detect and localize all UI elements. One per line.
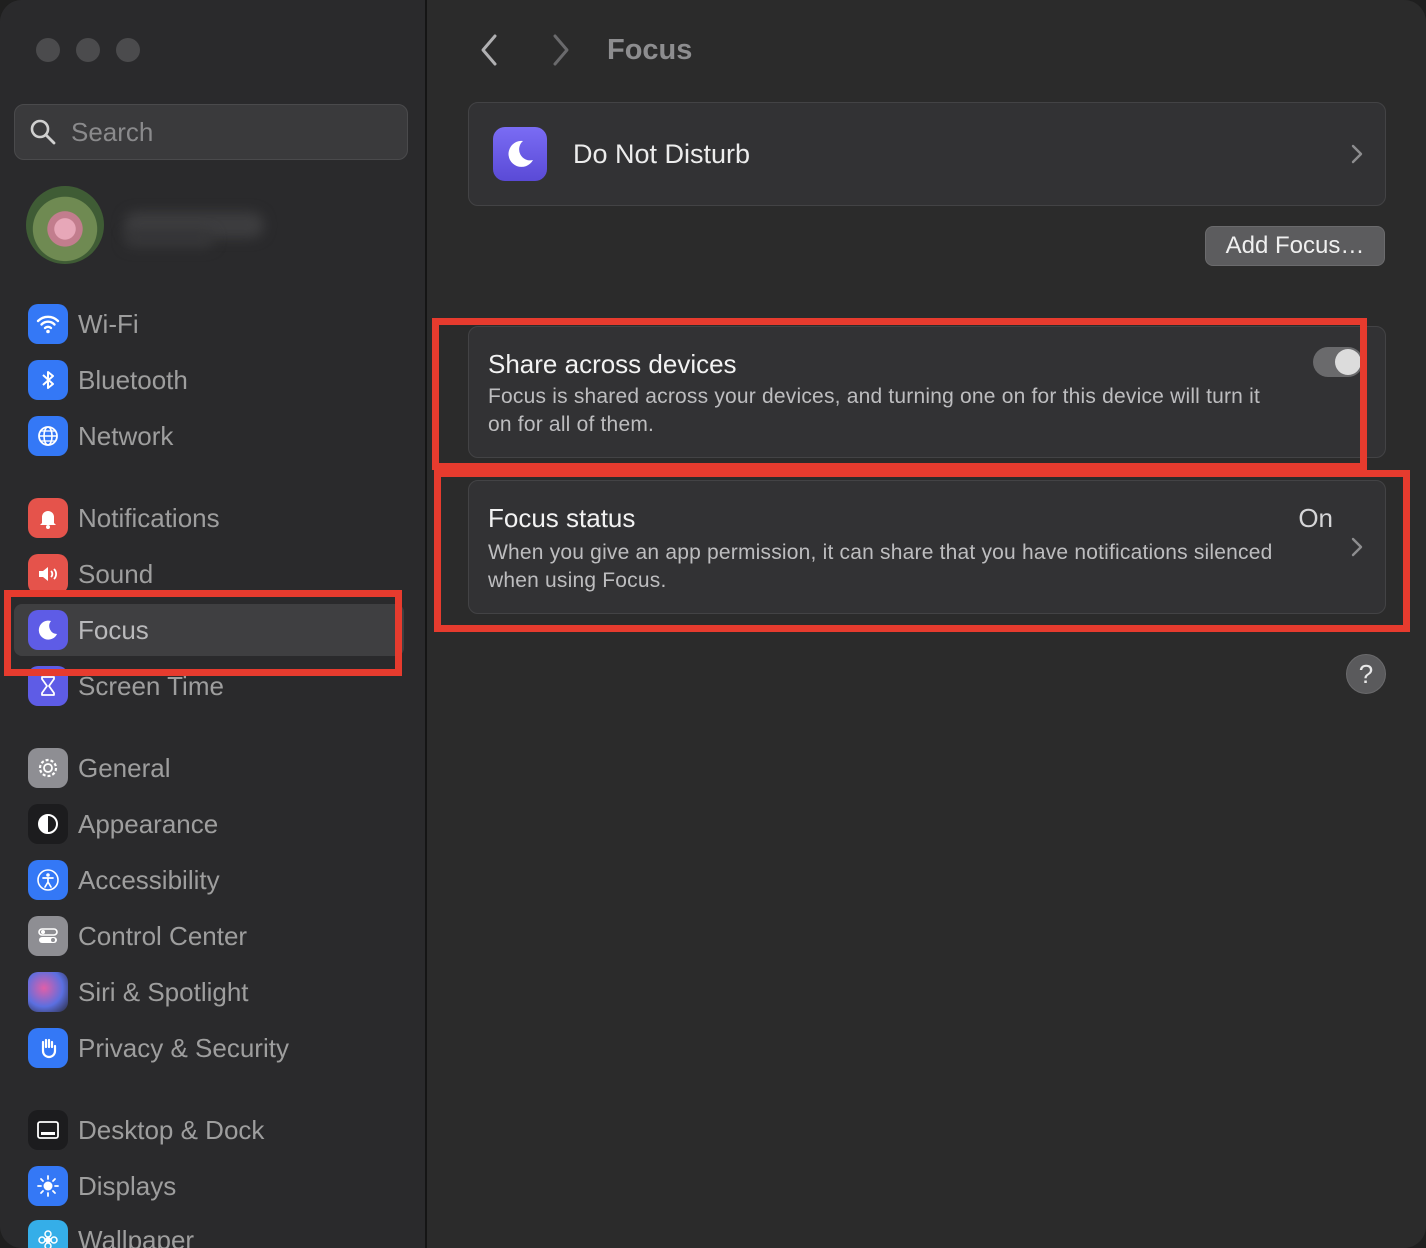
siri-icon (28, 972, 68, 1012)
profile-subtitle-redacted (124, 230, 214, 248)
bell-icon (28, 498, 68, 538)
toolbar: Focus (469, 26, 692, 74)
sidebar-item-desktop-dock[interactable]: Desktop & Dock (14, 1104, 404, 1156)
chevron-right-icon (1351, 144, 1363, 164)
close-window-button[interactable] (36, 38, 60, 62)
sidebar-item-control-center[interactable]: Control Center (14, 910, 404, 962)
minimize-window-button[interactable] (76, 38, 100, 62)
sidebar-item-bluetooth[interactable]: Bluetooth (14, 354, 404, 406)
share-across-devices-toggle[interactable] (1313, 347, 1363, 377)
gear-icon (28, 748, 68, 788)
sidebar-item-label: Network (78, 420, 174, 451)
share-across-devices-description: Focus is shared across your devices, and… (488, 385, 1260, 436)
share-across-devices-title: Share across devices (488, 349, 737, 379)
search-input[interactable] (71, 116, 371, 148)
sidebar-item-label: Desktop & Dock (78, 1114, 265, 1145)
hourglass-icon (28, 666, 68, 706)
back-button[interactable] (469, 26, 509, 74)
sidebar-item-label: Sound (78, 558, 154, 589)
sidebar-item-label: Displays (78, 1170, 177, 1201)
help-button[interactable]: ? (1346, 654, 1386, 694)
toggles-icon (28, 916, 68, 956)
focus-status-row[interactable]: Focus status On When you give an app per… (468, 480, 1386, 614)
sidebar-item-privacy-security[interactable]: Privacy & Security (14, 1022, 404, 1074)
avatar (26, 186, 104, 264)
moon-icon (28, 610, 68, 650)
sidebar-item-label: Appearance (78, 808, 219, 839)
appearance-icon (28, 804, 68, 844)
sidebar-item-wallpaper[interactable]: Wallpaper (14, 1214, 404, 1248)
sidebar-item-label: General (78, 752, 171, 783)
sidebar-item-label: Accessibility (78, 864, 220, 895)
main-pane: Focus Do Not Disturb Add Focus… Share ac… (429, 0, 1426, 1248)
sidebar-item-screen-time[interactable]: Screen Time (14, 660, 404, 712)
sidebar-item-appearance[interactable]: Appearance (14, 798, 404, 850)
focus-mode-do-not-disturb[interactable]: Do Not Disturb (468, 102, 1386, 206)
chevron-right-icon (553, 34, 569, 66)
sun-icon (28, 1166, 68, 1206)
sidebar-item-label: Bluetooth (78, 364, 188, 395)
sidebar-item-label: Screen Time (78, 670, 224, 701)
focus-status-value: On (1298, 503, 1333, 533)
sidebar-item-label: Notifications (78, 502, 220, 533)
wifi-icon (28, 304, 68, 344)
globe-icon (28, 416, 68, 456)
forward-button[interactable] (541, 26, 581, 74)
search-field[interactable] (14, 104, 408, 160)
sidebar-item-label: Control Center (78, 920, 248, 951)
bluetooth-icon (28, 360, 68, 400)
apple-account-profile[interactable] (26, 186, 264, 264)
sidebar-item-label: Privacy & Security (78, 1032, 289, 1063)
system-settings-window: Wi-Fi Bluetooth Network Notifications (0, 0, 1426, 1248)
dock-icon (28, 1110, 68, 1150)
sidebar-item-notifications[interactable]: Notifications (14, 492, 404, 544)
page-title: Focus (607, 33, 693, 66)
focus-status-description: When you give an app permission, it can … (488, 541, 1273, 592)
sidebar-item-label: Siri & Spotlight (78, 976, 249, 1007)
sidebar-item-general[interactable]: General (14, 742, 404, 794)
speaker-icon (28, 554, 68, 594)
sidebar-item-focus[interactable]: Focus (14, 604, 404, 656)
sidebar-item-accessibility[interactable]: Accessibility (14, 854, 404, 906)
zoom-window-button[interactable] (116, 38, 140, 62)
sidebar-item-siri-spotlight[interactable]: Siri & Spotlight (14, 966, 404, 1018)
sidebar-item-network[interactable]: Network (14, 410, 404, 462)
flower-icon (28, 1220, 68, 1248)
sidebar-item-label: Wi-Fi (78, 308, 139, 339)
focus-status-title: Focus status (488, 503, 636, 533)
accessibility-icon (28, 860, 68, 900)
chevron-left-icon (481, 34, 497, 66)
sidebar-item-sound[interactable]: Sound (14, 548, 404, 600)
toggle-knob (1335, 349, 1361, 375)
share-across-devices-row: Share across devices Focus is shared acr… (468, 326, 1386, 458)
sidebar-item-label: Wallpaper (78, 1224, 195, 1248)
sidebar: Wi-Fi Bluetooth Network Notifications (0, 0, 427, 1248)
moon-icon (493, 127, 547, 181)
search-icon (30, 119, 56, 145)
focus-mode-label: Do Not Disturb (573, 138, 751, 169)
chevron-right-icon (1351, 537, 1363, 557)
sidebar-item-displays[interactable]: Displays (14, 1160, 404, 1212)
add-focus-button[interactable]: Add Focus… (1205, 226, 1385, 266)
hand-icon (28, 1028, 68, 1068)
window-controls (36, 38, 140, 62)
sidebar-item-label: Focus (78, 614, 149, 645)
sidebar-item-wifi[interactable]: Wi-Fi (14, 298, 404, 350)
